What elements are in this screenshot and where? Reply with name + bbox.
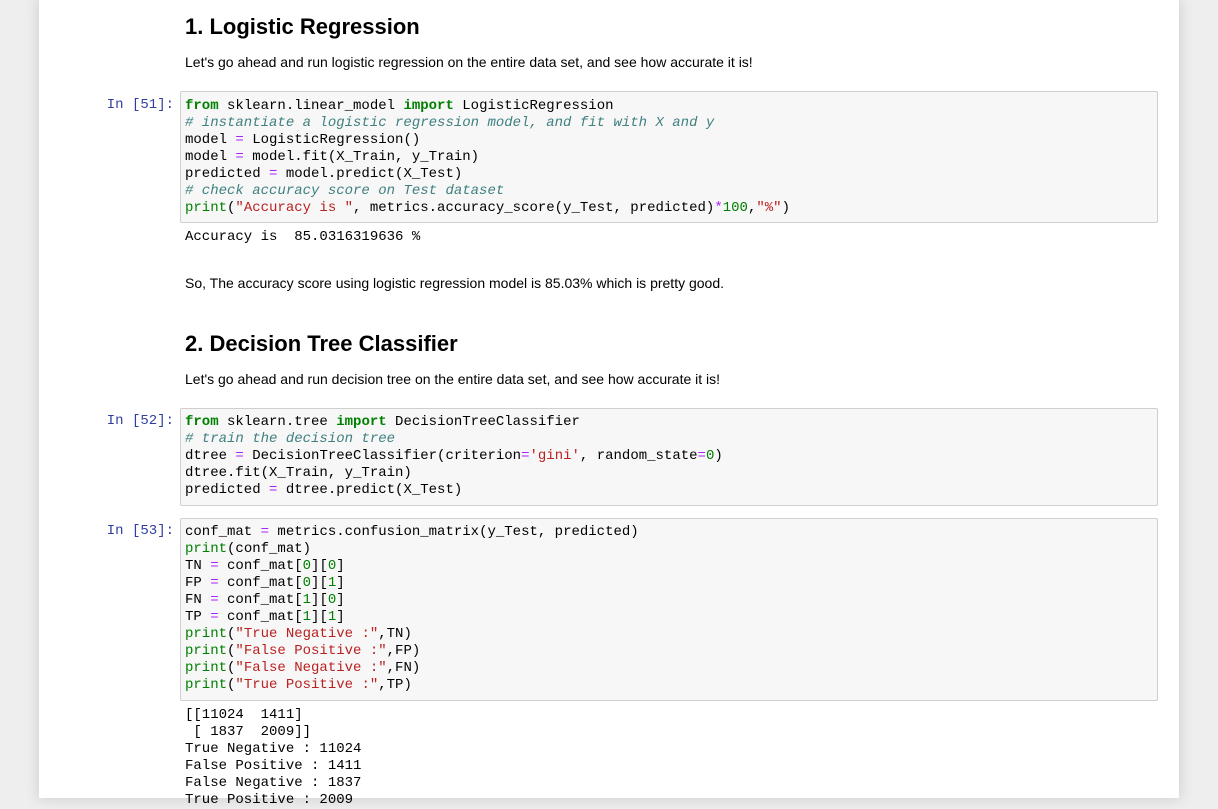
code-line: print("False Positive :",FP): [185, 643, 421, 659]
output-line: [ 1837 2009]]: [185, 724, 312, 740]
section-conclusion-text: So, The accuracy score using logistic re…: [185, 275, 725, 291]
code-line: FP = conf_mat[0][1]: [185, 575, 345, 591]
cell-prompt: In [51]:: [106, 97, 174, 113]
code-comment: # check accuracy score on Test dataset: [185, 183, 505, 199]
code-line: model = model.fit(X_Train, y_Train): [185, 149, 480, 165]
code-line: from sklearn.tree import DecisionTreeCla…: [185, 414, 580, 430]
code-line: dtree = DecisionTreeClassifier(criterion…: [185, 448, 723, 464]
cell-output: [[11024 1411] [ 1837 2009]] True Negativ…: [185, 707, 361, 809]
code-line: TP = conf_mat[1][1]: [185, 609, 345, 625]
code-line: print("Accuracy is ", metrics.accuracy_s…: [185, 200, 790, 216]
cell-output: Accuracy is 85.0316319636 %: [185, 229, 421, 245]
code-comment: # instantiate a logistic regression mode…: [185, 115, 715, 131]
output-line: True Negative : 11024: [185, 741, 362, 757]
code-line: model = LogisticRegression(): [185, 132, 421, 148]
code-cell-52[interactable]: from sklearn.tree import DecisionTreeCla…: [180, 408, 1158, 506]
cell-prompt: In [52]:: [106, 413, 174, 429]
notebook-container: 1. Logistic Regression Let's go ahead an…: [39, 0, 1179, 808]
code-line: dtree.fit(X_Train, y_Train): [185, 465, 412, 481]
code-line: predicted = dtree.predict(X_Test): [185, 482, 463, 498]
code-cell-51[interactable]: from sklearn.linear_model import Logisti…: [180, 91, 1158, 223]
code-line: print("False Negative :",FN): [185, 660, 421, 676]
code-cell-53[interactable]: conf_mat = metrics.confusion_matrix(y_Te…: [180, 518, 1158, 701]
code-line: from sklearn.linear_model import Logisti…: [185, 98, 614, 114]
section-intro-text: Let's go ahead and run logistic regressi…: [185, 54, 753, 70]
section-heading-logistic-regression: 1. Logistic Regression: [185, 14, 420, 39]
cell-prompt: In [53]:: [106, 523, 174, 539]
output-line: [[11024 1411]: [185, 707, 303, 723]
code-line: print("True Positive :",TP): [185, 677, 412, 693]
code-line: conf_mat = metrics.confusion_matrix(y_Te…: [185, 524, 639, 540]
output-line: True Positive : 2009: [185, 792, 354, 808]
code-line: predicted = model.predict(X_Test): [185, 166, 463, 182]
code-line: print(conf_mat): [185, 541, 312, 557]
output-line: False Positive : 1411: [185, 758, 362, 774]
code-comment: # train the decision tree: [185, 431, 396, 447]
code-line: print("True Negative :",TN): [185, 626, 412, 642]
code-line: FN = conf_mat[1][0]: [185, 592, 345, 608]
section-heading-decision-tree: 2. Decision Tree Classifier: [185, 331, 458, 356]
output-line: False Negative : 1837: [185, 775, 362, 791]
section-intro-text: Let's go ahead and run decision tree on …: [185, 371, 721, 387]
code-line: TN = conf_mat[0][0]: [185, 558, 345, 574]
